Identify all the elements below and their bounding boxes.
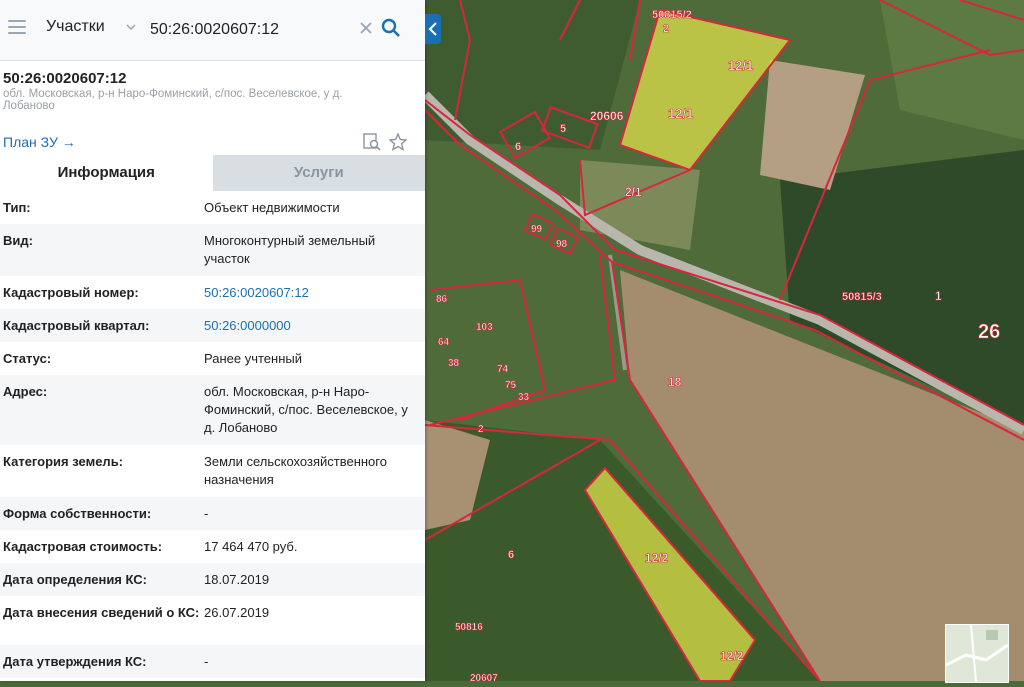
row-key: Вид: bbox=[3, 233, 33, 248]
map-label: 12/2 bbox=[720, 649, 744, 663]
cadastral-quarter-link[interactable]: 50:26:0000000 bbox=[204, 309, 425, 342]
map-label: 99 bbox=[531, 224, 543, 235]
minimap-icon bbox=[945, 624, 1009, 683]
row-key: Кадастровый номер: bbox=[3, 285, 139, 300]
table-row: Дата определения КС: 18.07.2019 bbox=[0, 563, 425, 596]
search-icon[interactable] bbox=[381, 18, 401, 38]
chevron-left-icon bbox=[428, 22, 437, 36]
plan-link-label: План ЗУ bbox=[3, 134, 58, 150]
table-row: Вид: Многоконтурный земельный участок bbox=[0, 224, 425, 276]
row-key: Кадастровый квартал: bbox=[3, 318, 150, 333]
info-panel: Участки 50:26:0020607:12 обл. Московская… bbox=[0, 0, 425, 681]
row-key: Адрес: bbox=[3, 384, 48, 399]
map-label: 50815/3 bbox=[842, 291, 882, 303]
table-row: Дата внесения сведений о КС: 26.07.2019 bbox=[0, 596, 425, 645]
row-value: Многоконтурный земельный участок bbox=[204, 233, 376, 266]
row-value: 18.07.2019 bbox=[204, 572, 270, 587]
row-value: - bbox=[204, 654, 209, 669]
row-key: Форма собственности: bbox=[3, 506, 152, 521]
map-label: 1 bbox=[935, 289, 942, 303]
map-label: 12/1 bbox=[668, 106, 693, 121]
table-row: Адрес: обл. Московская, р-н Наро-Фомински… bbox=[0, 375, 425, 445]
row-key: Категория земель: bbox=[3, 454, 124, 469]
star-icon[interactable] bbox=[389, 133, 407, 151]
map-label: 38 bbox=[448, 358, 460, 369]
minimap-thumbnail[interactable] bbox=[945, 624, 1009, 683]
row-key: Тип: bbox=[3, 200, 31, 215]
map-label: 2 bbox=[663, 23, 669, 35]
map-label: 50815/2 bbox=[652, 9, 692, 21]
row-value: обл. Московская, р-н Наро-Фоминский, с/п… bbox=[204, 384, 408, 435]
map-label: 64 bbox=[438, 337, 450, 348]
map-label: 2/1 bbox=[625, 185, 642, 199]
map-label: 20607 bbox=[470, 673, 498, 681]
row-value: Земли сельскохозяйственного назначения bbox=[204, 454, 387, 487]
map-label: 2 bbox=[478, 424, 484, 435]
row-value: Объект недвижимости bbox=[204, 200, 340, 215]
search-on-map-icon[interactable] bbox=[363, 133, 381, 151]
table-row: Категория земель: Земли сельскохозяйствен… bbox=[0, 445, 425, 497]
map-label: 103 bbox=[476, 322, 493, 333]
map-label: 75 bbox=[505, 380, 517, 391]
tab-services[interactable]: Услуги bbox=[212, 155, 425, 191]
map-label: 33 bbox=[518, 392, 530, 403]
map-label: 12/1 bbox=[728, 58, 753, 73]
row-value: - bbox=[204, 506, 209, 521]
info-table: Тип: Объект недвижимости Вид: Многоконтурн… bbox=[0, 191, 425, 678]
object-address: обл. Московская, р-н Наро-Фоминский, с/п… bbox=[3, 88, 343, 112]
table-row: Дата утверждения КС: - bbox=[0, 645, 425, 678]
map-label: 5 bbox=[560, 123, 566, 135]
row-key: Дата определения КС: bbox=[3, 572, 147, 587]
row-value: 26.07.2019 bbox=[204, 605, 270, 620]
cadastral-number-link[interactable]: 50:26:0020607:12 bbox=[204, 276, 425, 309]
row-key: Кадастровая стоимость: bbox=[3, 539, 163, 554]
map-label: 74 bbox=[497, 364, 509, 375]
table-row: Форма собственности: - bbox=[0, 497, 425, 530]
collapse-panel-button[interactable] bbox=[425, 14, 441, 44]
map-label: 50816 bbox=[455, 622, 483, 633]
tab-information[interactable]: Информация bbox=[0, 155, 213, 191]
plan-link[interactable]: План ЗУ → bbox=[3, 134, 76, 150]
row-key: Статус: bbox=[3, 351, 52, 366]
map-label: 86 bbox=[436, 294, 448, 305]
chevron-down-icon[interactable] bbox=[126, 22, 136, 32]
map-label: 98 bbox=[556, 239, 568, 250]
row-key: Дата внесения сведений о КС: bbox=[3, 605, 200, 620]
map-label: 20606 bbox=[590, 109, 624, 123]
map-label: 12/2 bbox=[645, 551, 669, 565]
map-label: 26 bbox=[978, 321, 1000, 343]
menu-icon[interactable] bbox=[8, 20, 26, 36]
table-row: Кадастровый квартал: 50:26:0000000 bbox=[0, 309, 425, 342]
row-value: 17 464 470 руб. bbox=[204, 539, 298, 554]
layer-select[interactable]: Участки bbox=[46, 18, 105, 36]
row-value: Ранее учтенный bbox=[204, 351, 302, 366]
tab-bar: Информация Услуги bbox=[0, 155, 425, 191]
arrow-right-icon: → bbox=[61, 134, 76, 150]
close-icon[interactable] bbox=[359, 21, 373, 35]
search-input[interactable] bbox=[146, 14, 359, 46]
table-row: Кадастровая стоимость: 17 464 470 руб. bbox=[0, 530, 425, 563]
map-label: 18 bbox=[668, 375, 682, 389]
table-row: Тип: Объект недвижимости bbox=[0, 191, 425, 224]
object-title: 50:26:0020607:12 bbox=[3, 70, 127, 87]
table-row: Кадастровый номер: 50:26:0020607:12 bbox=[0, 276, 425, 309]
table-row: Статус: Ранее учтенный bbox=[0, 342, 425, 375]
map-label: 6 bbox=[515, 141, 521, 153]
row-key: Дата утверждения КС: bbox=[3, 654, 147, 669]
map-label: 6 bbox=[508, 549, 514, 561]
search-bar: Участки bbox=[0, 0, 425, 61]
